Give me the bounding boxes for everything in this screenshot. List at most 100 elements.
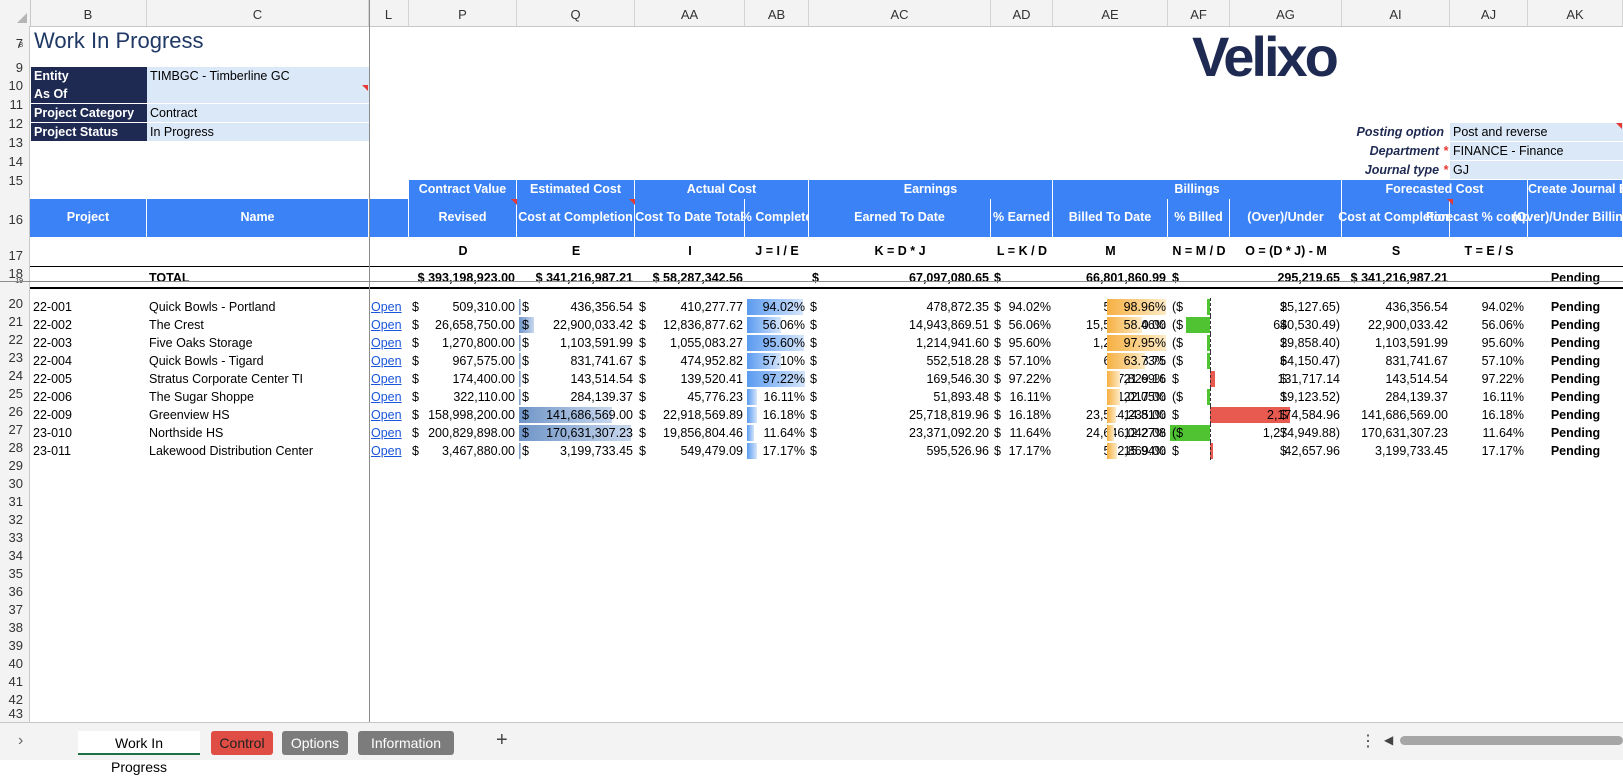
row-number[interactable]: 17 — [9, 248, 23, 263]
row-number[interactable]: 34 — [9, 548, 23, 563]
freeze-pane-horizontal — [0, 281, 1623, 282]
formula-label: E — [571, 244, 581, 258]
table-row: 22-009 Greenview HS Open $158,998,200.00 $14… — [0, 406, 1623, 424]
row-number[interactable]: 36 — [9, 584, 23, 599]
project-name: Five Oaks Storage — [149, 336, 253, 350]
earned-to-date-value: 23,371,092.20 — [909, 426, 989, 440]
column-header-af[interactable]: AF — [1168, 0, 1230, 26]
forecast-cost-value: 3,199,733.45 — [1375, 444, 1448, 458]
column-header-ak[interactable]: AK — [1528, 0, 1623, 26]
row-number[interactable]: 40 — [9, 656, 23, 671]
estimated-cost-value: 436,356.54 — [570, 300, 633, 314]
sheet-tab-options[interactable]: Options — [282, 731, 348, 755]
row-number[interactable]: 42 — [9, 692, 23, 707]
add-sheet-button[interactable]: + — [496, 729, 508, 752]
revised-value: 322,110.00 — [453, 390, 515, 404]
row-number[interactable]: 11 — [10, 97, 24, 112]
column-header-ac[interactable]: AC — [809, 0, 991, 26]
posting-value-department[interactable]: FINANCE - Finance — [1450, 142, 1623, 160]
open-project-link[interactable]: Open — [371, 406, 402, 424]
required-marker: * — [1443, 163, 1448, 177]
posting-value-journal-type[interactable]: GJ — [1450, 161, 1623, 179]
column-header-q[interactable]: Q — [517, 0, 635, 26]
sheet-tab-work-in-progress[interactable]: Work In Progress — [78, 731, 200, 775]
open-project-link[interactable]: Open — [371, 424, 402, 442]
posting-label-text: Posting option — [1356, 125, 1444, 139]
project-id: 22-006 — [33, 390, 72, 404]
filter-value-project-category[interactable]: Contract — [147, 104, 369, 122]
column-header-ai[interactable]: AI — [1342, 0, 1450, 26]
filter-value-entity[interactable]: TIMBGC - Timberline GC — [147, 67, 369, 85]
row-number[interactable]: 43 — [9, 706, 23, 721]
over-under-open-symbol: $ — [1172, 444, 1179, 458]
row-number[interactable]: 31 — [9, 494, 23, 509]
formula-label: O = (D * J) - M — [1245, 244, 1327, 258]
actual-cost-value: 22,918,569.89 — [663, 408, 743, 422]
row-number[interactable]: 15 — [9, 173, 23, 188]
row-number[interactable]: 29 — [9, 458, 23, 473]
open-project-link[interactable]: Open — [371, 298, 402, 316]
earned-to-date-value: 1,214,941.60 — [916, 336, 989, 350]
row-number[interactable]: 37 — [9, 602, 23, 617]
group-header-contract-value: Contract Value — [409, 180, 517, 199]
row-number[interactable]: 41 — [9, 674, 23, 689]
horizontal-scrollbar[interactable] — [1400, 736, 1623, 745]
row-number[interactable]: 8 — [19, 42, 23, 49]
row-number[interactable]: 14 — [9, 154, 23, 169]
column-title-earned: % Earned — [991, 199, 1053, 237]
column-header-aa[interactable]: AA — [635, 0, 745, 26]
row-number[interactable]: 38 — [9, 620, 23, 635]
row-number[interactable]: 30 — [9, 476, 23, 491]
currency-symbol: $ — [1280, 300, 1287, 314]
posting-value-posting-option[interactable]: Post and reverse — [1450, 123, 1623, 141]
open-project-link[interactable]: Open — [371, 370, 402, 388]
row-number[interactable]: 39 — [9, 638, 23, 653]
row-number[interactable]: 13 — [9, 135, 23, 150]
column-header-ae[interactable]: AE — [1053, 0, 1168, 26]
column-title-revised: Revised — [409, 199, 517, 237]
column-header-ag[interactable]: AG — [1230, 0, 1342, 26]
select-all-corner[interactable] — [0, 0, 31, 26]
row-number[interactable]: 33 — [9, 530, 23, 545]
row-number[interactable]: 9 — [16, 60, 23, 75]
column-header-ab[interactable]: AB — [745, 0, 809, 26]
over-under-open-symbol: ($ — [1172, 426, 1184, 440]
scroll-tabs-chevron-icon[interactable]: › — [18, 732, 23, 750]
column-header-aj[interactable]: AJ — [1450, 0, 1528, 26]
forecast-cost-value: 143,514.54 — [1385, 372, 1448, 386]
scroll-left-arrow-icon[interactable]: ◀ — [1384, 733, 1393, 747]
row-number[interactable]: 35 — [9, 566, 23, 581]
project-id: 23-010 — [33, 426, 72, 440]
filter-label-project-category: Project Category — [31, 104, 147, 122]
column-header-l[interactable]: L — [369, 0, 409, 26]
open-project-link[interactable]: Open — [371, 352, 402, 370]
sheet-tab-control[interactable]: Control — [211, 731, 273, 755]
row-number[interactable]: 16 — [9, 212, 23, 227]
open-project-link[interactable]: Open — [371, 388, 402, 406]
open-project-link[interactable]: Open — [371, 334, 402, 352]
row-number[interactable]: 12 — [9, 116, 23, 131]
filter-value-as-of[interactable] — [147, 85, 369, 103]
total-revised: $ 393,198,923.00 — [417, 271, 515, 285]
table-row: 22-001 Quick Bowls - Portland Open $509,310… — [0, 298, 1623, 316]
column-header-p[interactable]: P — [409, 0, 517, 26]
column-header-b[interactable]: B — [30, 0, 147, 26]
more-options-icon[interactable]: ⋮ — [1360, 731, 1376, 751]
row-number[interactable]: 10 — [9, 78, 23, 93]
column-header-c[interactable]: C — [147, 0, 369, 26]
over-under-open-symbol: ($ — [1172, 390, 1184, 404]
percent-billed-value: 97.95% — [1123, 336, 1166, 350]
forecast-cost-value: 436,356.54 — [1385, 300, 1448, 314]
forecast-percent-value: 11.64% — [1482, 426, 1524, 440]
filter-label-as-of: As Of — [31, 85, 147, 103]
filter-value-project-status[interactable]: In Progress — [147, 123, 369, 141]
formula-label: I — [688, 244, 692, 258]
open-project-link[interactable]: Open — [371, 316, 402, 334]
column-header-ad[interactable]: AD — [991, 0, 1053, 26]
row-number[interactable]: 32 — [9, 512, 23, 527]
open-project-link[interactable]: Open — [371, 442, 402, 460]
cell-comment-indicator — [511, 199, 517, 205]
formula-label: M — [1105, 244, 1116, 258]
sheet-tab-information[interactable]: Information — [358, 731, 454, 755]
revised-value: 509,310.00 — [452, 300, 515, 314]
